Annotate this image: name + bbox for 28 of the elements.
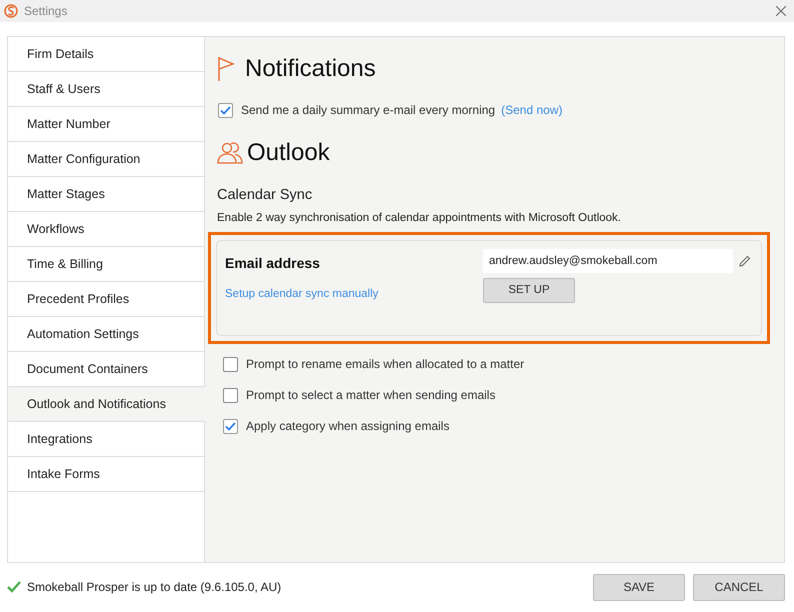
people-icon <box>217 141 243 165</box>
checkbox-label: Prompt to rename emails when allocated to a matter <box>246 356 524 373</box>
flag-icon <box>217 56 235 82</box>
checkbox[interactable] <box>223 418 238 434</box>
sidebar-item[interactable]: Outlook and Notifications <box>8 387 205 422</box>
description-text: Enable 2 way synchronisation of calendar appointments with Microsoft Outlook. <box>217 210 622 226</box>
section-heading: Notifications <box>245 54 376 84</box>
email-field[interactable]: andrew.audsley@smokeball.com <box>483 249 733 273</box>
field-label: Email address <box>225 254 321 273</box>
checkbox[interactable] <box>223 388 238 402</box>
checkmark-icon <box>7 581 21 593</box>
logo-icon <box>4 4 18 18</box>
checkbox[interactable] <box>218 102 233 118</box>
checkmark-icon <box>220 106 231 114</box>
subsection-title: Calendar Sync <box>217 186 314 205</box>
pencil-icon[interactable] <box>739 255 751 267</box>
status-text: Smokeball Prosper is up to date (9.6.105.0, AU) <box>27 579 282 596</box>
close-icon[interactable] <box>776 6 786 16</box>
checkbox[interactable] <box>223 356 238 372</box>
window-title: Settings <box>24 3 68 20</box>
checkbox-label: Prompt to select a matter when sending emails <box>246 387 496 404</box>
save-button[interactable]: SAVE <box>593 574 685 600</box>
cancel-button[interactable]: CANCEL <box>693 574 785 600</box>
checkbox-label: Send me a daily summary e-mail every morning <box>241 102 496 119</box>
setup-button[interactable]: SET UP <box>483 278 575 303</box>
checkmark-icon <box>225 422 236 430</box>
section-heading: Outlook <box>247 138 330 168</box>
checkbox-label: Apply category when assigning emails <box>246 418 450 435</box>
